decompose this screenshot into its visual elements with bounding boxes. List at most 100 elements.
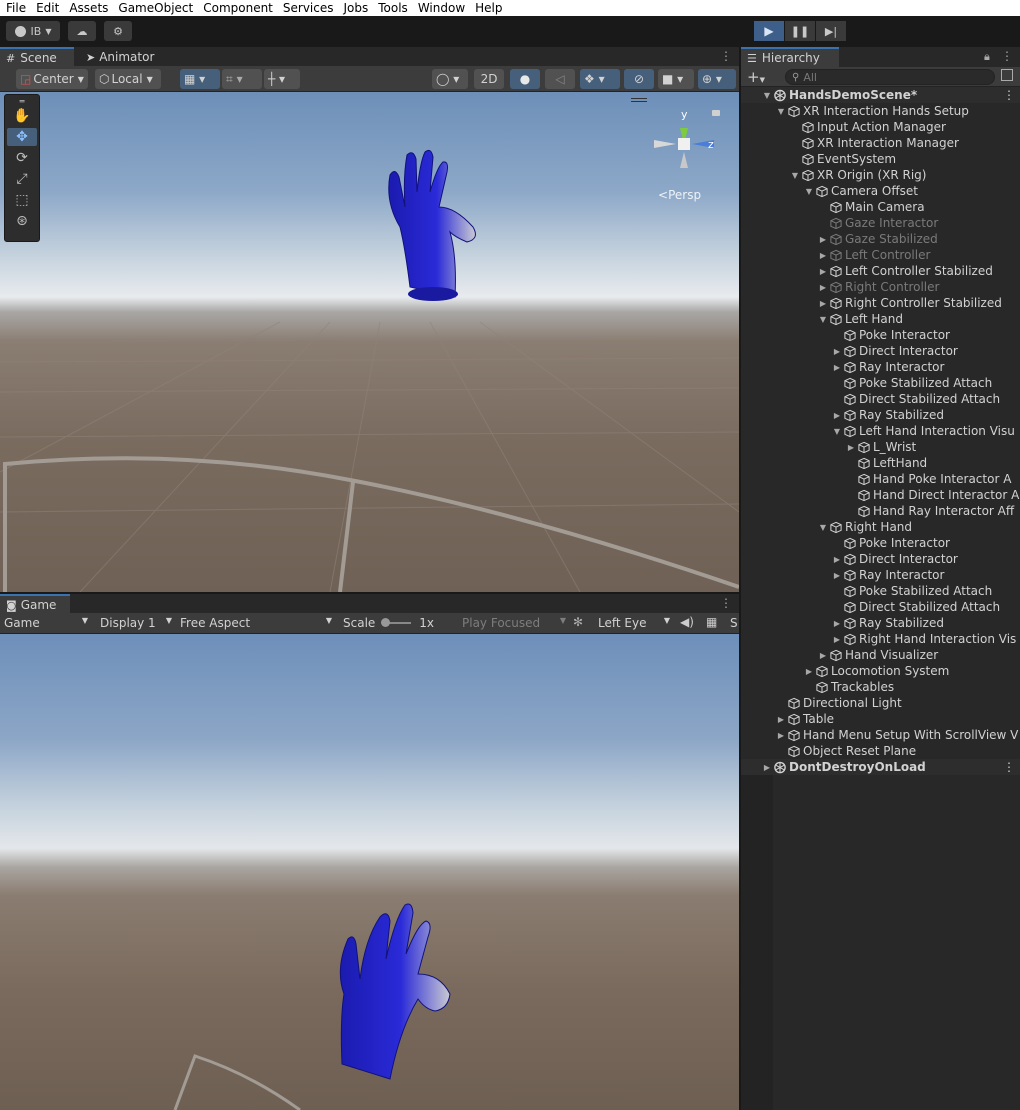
overlay-handle-icon[interactable]: ═ — [7, 97, 37, 106]
expand-arrow-down-icon[interactable]: ▼ — [831, 427, 843, 436]
hierarchy-item[interactable]: ▶ Right Controller Stabilized — [741, 295, 1020, 311]
search-options-icon[interactable] — [1001, 69, 1013, 81]
hierarchy-item[interactable]: LeftHand — [741, 455, 1020, 471]
lock-icon[interactable]: 🔒︎ — [984, 50, 990, 64]
menu-item-help[interactable]: Help — [469, 1, 506, 16]
audio-icon[interactable]: ◀) — [680, 615, 694, 629]
horizontal-splitter[interactable] — [0, 592, 739, 594]
hierarchy-item[interactable]: ▶ Hand Menu Setup With ScrollView V — [741, 727, 1020, 743]
game-view[interactable] — [0, 634, 739, 1110]
expand-arrow-right-icon[interactable]: ▶ — [831, 571, 843, 580]
shading-dropdown[interactable]: ◯ ▾ — [432, 69, 468, 89]
hierarchy-scene-row[interactable]: ▶ DontDestroyOnLoad ⋮ — [741, 759, 1020, 775]
space-dropdown[interactable]: ⬡ Local ▼ — [95, 69, 161, 89]
expand-arrow-right-icon[interactable]: ▶ — [831, 347, 843, 356]
menu-item-gameobject[interactable]: GameObject — [112, 1, 197, 16]
drag-handle-icon[interactable] — [631, 98, 647, 102]
hierarchy-item[interactable]: ▶ Right Hand Interaction Vis — [741, 631, 1020, 647]
gizmos-dropdown[interactable]: ⊕ ▾ — [698, 69, 736, 89]
scene-view[interactable]: y z <Persp — [0, 92, 739, 592]
search-input[interactable]: ⚲ All — [785, 69, 995, 85]
hierarchy-item[interactable]: ▶ L_Wrist — [741, 439, 1020, 455]
mode-2d-button[interactable]: 2D — [474, 69, 504, 89]
play-focused-dropdown[interactable]: Play Focused ▼ — [462, 616, 566, 630]
settings-button[interactable]: ⚙ — [104, 21, 132, 41]
hierarchy-item[interactable]: Poke Stabilized Attach — [741, 375, 1020, 391]
game-extra-label[interactable]: S — [730, 616, 738, 630]
rect-tool-button[interactable]: ⬚ — [7, 191, 37, 209]
move-tool-button[interactable]: ✥ — [7, 128, 37, 146]
hierarchy-item[interactable]: Direct Stabilized Attach — [741, 599, 1020, 615]
menu-item-jobs[interactable]: Jobs — [338, 1, 373, 16]
scene-options-icon[interactable]: ⋮ — [720, 49, 732, 65]
display-dropdown[interactable]: Display 1 ▼ — [100, 616, 172, 630]
expand-arrow-right-icon[interactable]: ▶ — [761, 763, 773, 772]
visibility-toggle[interactable]: ⊘ — [624, 69, 654, 89]
tab-scene[interactable]: # Scene — [0, 47, 74, 67]
expand-arrow-right-icon[interactable]: ▶ — [831, 635, 843, 644]
hierarchy-item[interactable]: ▶ Locomotion System — [741, 663, 1020, 679]
hierarchy-item[interactable]: Main Camera — [741, 199, 1020, 215]
menu-item-component[interactable]: Component — [197, 1, 277, 16]
hierarchy-item[interactable]: Hand Direct Interactor A — [741, 487, 1020, 503]
expand-arrow-right-icon[interactable]: ▶ — [845, 443, 857, 452]
transform-tool-button[interactable]: ⊛ — [7, 212, 37, 230]
account-button[interactable]: IB ▼ — [6, 21, 60, 41]
step-button[interactable]: ▶| — [816, 21, 846, 41]
effects-dropdown[interactable]: ❖ ▾ — [580, 69, 620, 89]
tab-game[interactable]: ◙ Game — [0, 594, 70, 614]
hierarchy-item[interactable]: ▶ Ray Interactor — [741, 359, 1020, 375]
menu-item-window[interactable]: Window — [412, 1, 469, 16]
hierarchy-item[interactable]: Hand Ray Interactor Aff — [741, 503, 1020, 519]
hierarchy-item[interactable]: Directional Light — [741, 695, 1020, 711]
expand-arrow-right-icon[interactable]: ▶ — [803, 667, 815, 676]
cloud-button[interactable]: ☁ — [68, 21, 96, 41]
expand-arrow-down-icon[interactable]: ▼ — [761, 91, 773, 100]
hierarchy-item[interactable]: Direct Stabilized Attach — [741, 391, 1020, 407]
hand-tool-button[interactable]: ✋ — [7, 107, 37, 125]
play-button[interactable]: ▶ — [754, 21, 784, 41]
scale-slider-thumb[interactable] — [381, 618, 391, 627]
lock-icon[interactable] — [712, 110, 720, 116]
game-options-icon[interactable]: ⋮ — [720, 596, 732, 612]
expand-arrow-right-icon[interactable]: ▶ — [817, 251, 829, 260]
expand-arrow-down-icon[interactable]: ▼ — [775, 107, 787, 116]
tab-hierarchy[interactable]: ☰ Hierarchy — [741, 47, 839, 67]
expand-arrow-down-icon[interactable]: ▼ — [803, 187, 815, 196]
hierarchy-item[interactable]: Input Action Manager — [741, 119, 1020, 135]
menu-item-assets[interactable]: Assets — [63, 1, 112, 16]
hierarchy-item[interactable]: ▶ Hand Visualizer — [741, 647, 1020, 663]
expand-arrow-right-icon[interactable]: ▶ — [831, 619, 843, 628]
hierarchy-item[interactable]: ▶ Ray Interactor — [741, 567, 1020, 583]
expand-arrow-right-icon[interactable]: ▶ — [831, 411, 843, 420]
hierarchy-item[interactable]: ▶ Table — [741, 711, 1020, 727]
aspect-dropdown[interactable]: Free Aspect ▼ — [180, 616, 332, 630]
expand-arrow-right-icon[interactable]: ▶ — [831, 555, 843, 564]
hierarchy-item[interactable]: ▶ Ray Stabilized — [741, 615, 1020, 631]
bug-icon[interactable]: ✻ — [573, 615, 583, 629]
hierarchy-item[interactable]: Hand Poke Interactor A — [741, 471, 1020, 487]
expand-arrow-right-icon[interactable]: ▶ — [775, 731, 787, 740]
hierarchy-item[interactable]: ▶ Ray Stabilized — [741, 407, 1020, 423]
hierarchy-item[interactable]: ▼ Left Hand — [741, 311, 1020, 327]
expand-arrow-right-icon[interactable]: ▶ — [817, 283, 829, 292]
hierarchy-item[interactable]: ▶ Left Controller — [741, 247, 1020, 263]
hierarchy-item[interactable]: ▶ Left Controller Stabilized — [741, 263, 1020, 279]
hierarchy-item[interactable]: Poke Interactor — [741, 327, 1020, 343]
expand-arrow-right-icon[interactable]: ▶ — [831, 363, 843, 372]
hierarchy-item[interactable]: ▼ Right Hand — [741, 519, 1020, 535]
expand-arrow-right-icon[interactable]: ▶ — [817, 267, 829, 276]
scale-slider[interactable] — [381, 618, 412, 627]
expand-arrow-right-icon[interactable]: ▶ — [817, 235, 829, 244]
persp-label[interactable]: <Persp — [658, 188, 701, 202]
hierarchy-item[interactable]: EventSystem — [741, 151, 1020, 167]
pause-button[interactable]: ❚❚ — [785, 21, 815, 41]
hierarchy-item[interactable]: ▼ XR Origin (XR Rig) — [741, 167, 1020, 183]
hierarchy-item[interactable]: ▼ Left Hand Interaction Visu — [741, 423, 1020, 439]
pivot-dropdown[interactable]: ◲ Center ▼ — [16, 69, 88, 89]
audio-toggle[interactable]: ◁ — [545, 69, 575, 89]
scene-options-icon[interactable]: ⋮ — [1003, 88, 1015, 102]
menu-item-tools[interactable]: Tools — [372, 1, 412, 16]
hierarchy-item[interactable]: ▼ XR Interaction Hands Setup — [741, 103, 1020, 119]
menu-item-edit[interactable]: Edit — [30, 1, 63, 16]
